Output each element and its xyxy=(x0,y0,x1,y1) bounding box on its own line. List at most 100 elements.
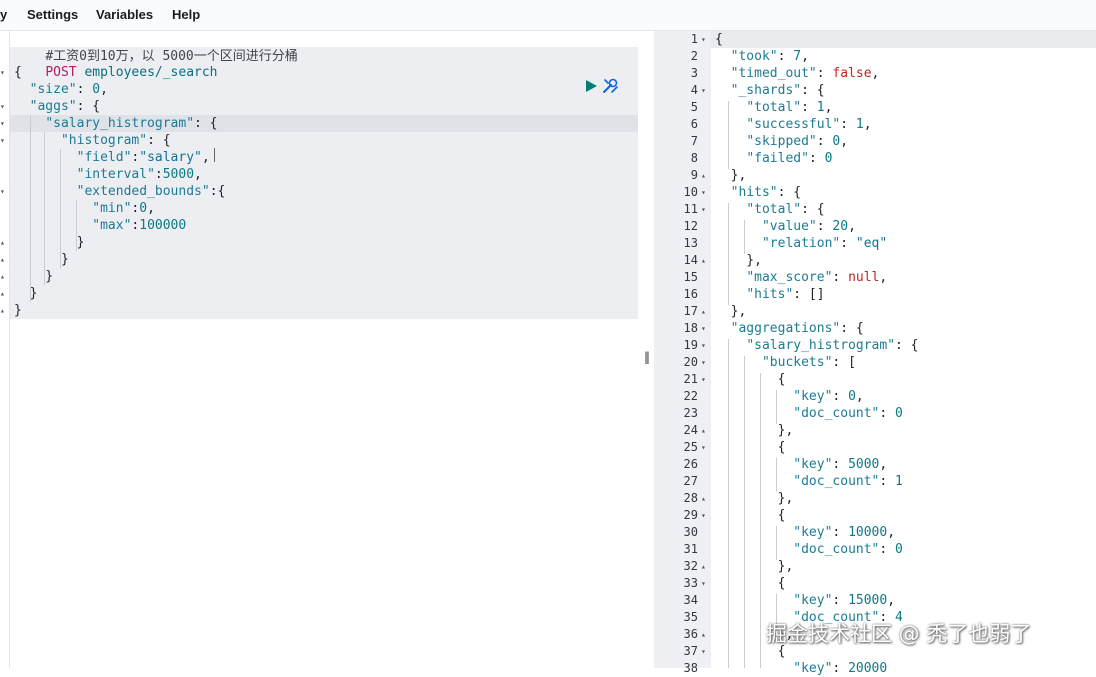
fold-open-icon[interactable]: ▾ xyxy=(0,115,5,132)
line-number: 4 xyxy=(690,83,698,97)
code-token: "doc_count" xyxy=(793,474,880,489)
resize-handle-icon[interactable]: ‖ xyxy=(644,350,650,364)
fold-open-icon[interactable]: ▾ xyxy=(701,643,706,660)
fold-close-icon[interactable]: ▴ xyxy=(0,268,5,285)
fold-open-icon[interactable]: ▾ xyxy=(701,354,706,371)
code-token: 20000 xyxy=(848,661,888,676)
wrench-icon[interactable] xyxy=(601,77,619,95)
fold-open-icon[interactable]: ▾ xyxy=(701,371,706,388)
menu-history[interactable]: y xyxy=(0,7,7,22)
fold-close-icon[interactable]: ▴ xyxy=(0,285,5,302)
fold-open-icon[interactable]: ▾ xyxy=(701,31,706,48)
line-number: 18 xyxy=(683,321,698,335)
code-token: "interval" xyxy=(76,167,155,182)
code-token: :{ xyxy=(209,184,226,199)
line-number: 12 xyxy=(683,219,698,233)
fold-close-icon[interactable]: ▴ xyxy=(701,303,706,320)
response-line: "key": 5000, xyxy=(715,456,887,473)
indent-guide xyxy=(776,390,777,424)
code-token: "size" xyxy=(29,82,77,97)
fold-open-icon[interactable]: ▾ xyxy=(701,337,706,354)
response-line: { xyxy=(715,507,786,524)
code-token: : { xyxy=(801,202,825,217)
request-body-line: "salary_histrogram": { xyxy=(14,115,217,132)
code-token: : { xyxy=(801,83,825,98)
code-token: , xyxy=(887,525,896,540)
code-token: "hits" xyxy=(730,185,778,200)
request-body-line: "min":0, xyxy=(14,200,155,217)
response-line: "key": 15000, xyxy=(715,592,895,609)
request-body-line: "interval":5000, xyxy=(14,166,202,183)
code-token: }, xyxy=(715,304,747,319)
fold-close-icon[interactable]: ▴ xyxy=(701,422,706,439)
http-method: POST xyxy=(45,65,77,80)
code-token: }, xyxy=(715,168,747,183)
code-token: : xyxy=(879,542,896,557)
code-token: : xyxy=(832,661,849,676)
fold-close-icon[interactable]: ▴ xyxy=(701,626,706,643)
request-editor[interactable]: #工资0到10万，以 5000一个区间进行分桶 POST employees/_… xyxy=(0,31,638,668)
code-token: "skipped" xyxy=(746,134,817,149)
response-line: "salary_histrogram": { xyxy=(715,337,918,354)
fold-open-icon[interactable]: ▾ xyxy=(701,82,706,99)
fold-open-icon[interactable]: ▾ xyxy=(701,439,706,456)
line-number: 25 xyxy=(683,440,698,454)
line-number: 11 xyxy=(683,202,698,216)
fold-close-icon[interactable]: ▴ xyxy=(701,490,706,507)
code-token: } xyxy=(14,303,22,318)
fold-open-icon[interactable]: ▾ xyxy=(0,64,5,81)
code-token: "key" xyxy=(793,389,833,404)
fold-open-icon[interactable]: ▾ xyxy=(701,320,706,337)
code-token: { xyxy=(715,508,786,523)
response-line: { xyxy=(715,31,723,48)
indent-guide xyxy=(728,101,729,169)
code-token: , xyxy=(194,167,202,182)
code-token: : xyxy=(832,270,849,285)
fold-open-icon[interactable]: ▾ xyxy=(701,507,706,524)
request-body-line: } xyxy=(14,234,85,251)
code-token: "buckets" xyxy=(761,355,833,370)
menu-help[interactable]: Help xyxy=(172,7,200,22)
fold-open-icon[interactable]: ▾ xyxy=(0,98,5,115)
code-token: { xyxy=(715,32,723,47)
fold-close-icon[interactable]: ▴ xyxy=(0,251,5,268)
code-token: : [] xyxy=(793,287,825,302)
fold-open-icon[interactable]: ▾ xyxy=(701,575,706,592)
menu-settings[interactable]: Settings xyxy=(27,7,78,22)
line-number: 26 xyxy=(683,457,698,471)
code-token: : xyxy=(879,406,896,421)
fold-close-icon[interactable]: ▴ xyxy=(701,252,706,269)
code-token: "aggs" xyxy=(29,99,77,114)
code-token: "total" xyxy=(746,100,802,115)
menu-variables[interactable]: Variables xyxy=(96,7,153,22)
code-token: : xyxy=(832,593,849,608)
request-body-line: } xyxy=(14,285,38,302)
fold-close-icon[interactable]: ▴ xyxy=(701,167,706,184)
code-token: 0 xyxy=(139,201,148,216)
line-number: 3 xyxy=(690,66,698,80)
line-number: 2 xyxy=(690,49,698,63)
fold-open-icon[interactable]: ▾ xyxy=(701,201,706,218)
fold-open-icon[interactable]: ▾ xyxy=(701,184,706,201)
code-token: 0 xyxy=(895,542,903,557)
fold-close-icon[interactable]: ▴ xyxy=(0,302,5,319)
code-token: "histogram" xyxy=(60,133,148,148)
fold-open-icon[interactable]: ▾ xyxy=(0,183,5,200)
fold-close-icon[interactable]: ▴ xyxy=(0,234,5,251)
code-token: "min" xyxy=(92,201,132,216)
line-number: 15 xyxy=(683,270,698,284)
fold-open-icon[interactable]: ▾ xyxy=(0,132,5,149)
line-number: 32 xyxy=(683,559,698,573)
fold-close-icon[interactable]: ▴ xyxy=(701,558,706,575)
play-icon[interactable] xyxy=(584,79,598,93)
response-line: "_shards": { xyxy=(715,82,825,99)
